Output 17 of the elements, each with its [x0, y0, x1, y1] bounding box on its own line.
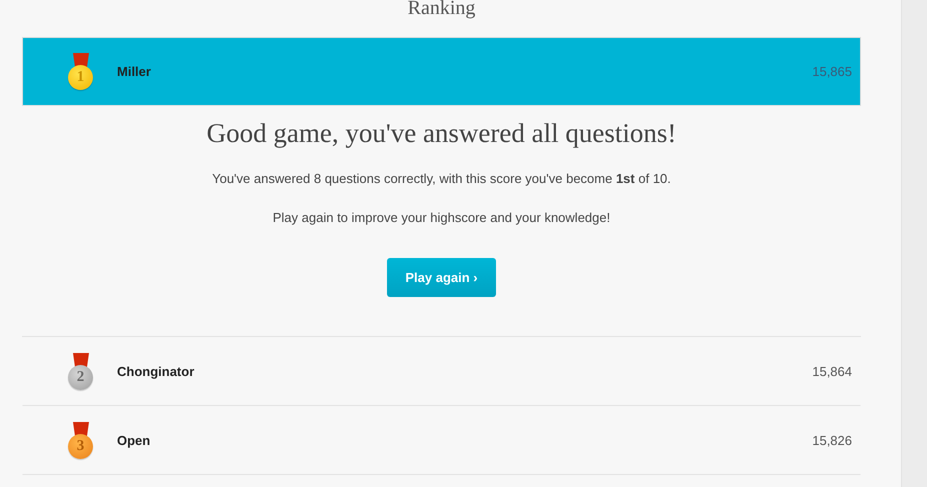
- ribbon-icon: [73, 422, 89, 436]
- player-name: Miller: [117, 64, 152, 79]
- result-hint: Play again to improve your highscore and your knowledge!: [272, 210, 610, 225]
- play-again-button[interactable]: Play again ›: [387, 258, 496, 297]
- result-heading: Good game, you've answered all questions!: [206, 118, 676, 149]
- player-score: 15,826: [812, 433, 852, 448]
- medal-icon: 3: [68, 434, 93, 458]
- player-name: Chonginator: [117, 364, 196, 379]
- medal-icon: 2: [68, 364, 93, 390]
- player-score: 15,864: [812, 364, 852, 379]
- result-summary: You've answered 8 questions correctly, with this score you've become 1st of 10.: [212, 171, 671, 186]
- ribbon-icon: [73, 52, 89, 66]
- ribbon-icon: [73, 352, 89, 366]
- player-name: Open: [117, 433, 152, 448]
- player-score: 15,865: [812, 64, 852, 79]
- page-title: Ranking: [406, 0, 476, 21]
- medal-icon: 1: [68, 64, 93, 90]
